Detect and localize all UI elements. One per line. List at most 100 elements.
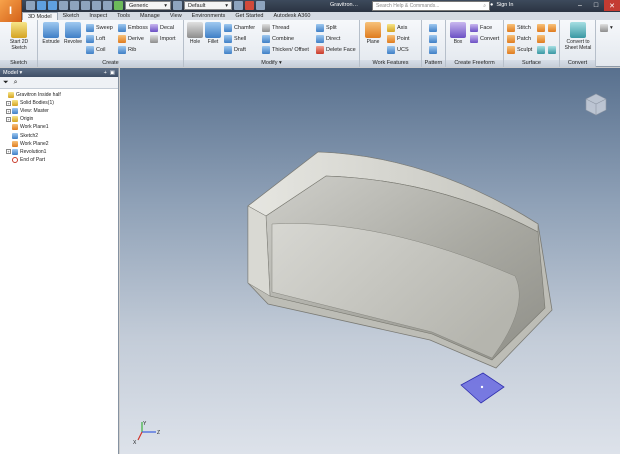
tab-autodesk-a360[interactable]: Autodesk A360 [268,12,315,20]
decal-button[interactable]: Decal [150,23,174,32]
tab-get-started[interactable]: Get Started [230,12,268,20]
maximize-button[interactable]: □ [588,0,604,11]
graphics-viewport[interactable]: Y Z X [120,68,620,454]
tab-3d-model[interactable]: 3D Model [22,12,58,20]
box-button[interactable]: Box [448,22,468,46]
update-icon[interactable] [92,1,101,10]
axis-button[interactable]: Axis [387,23,407,32]
redo-icon[interactable] [70,1,79,10]
stitch-button[interactable]: Stitch [507,23,531,32]
tree-node[interactable]: Work Plane1 [0,123,118,131]
emboss-button[interactable]: Emboss [118,23,148,32]
ucs-icon [387,45,395,54]
rib-icon [118,45,126,54]
extend-button[interactable] [537,34,547,43]
thread-button[interactable]: Thread [262,23,289,32]
select-icon[interactable] [103,1,112,10]
color-override-icon[interactable] [114,1,123,10]
chevron-down-icon[interactable]: ▾ [279,60,282,66]
minimize-button[interactable]: – [572,0,588,11]
close-button[interactable]: ✕ [604,0,620,11]
trim-button[interactable] [537,23,547,32]
tree-node[interactable]: End of Part [0,156,118,164]
ribbon-options-button[interactable]: ▾ [600,23,613,32]
rib-button[interactable]: Rib [118,45,136,54]
direct-button[interactable]: Direct [316,34,340,43]
combine-icon [262,34,270,43]
tree-node[interactable]: + Revolution1 [0,148,118,156]
import-button[interactable]: Import [150,34,176,43]
extrude-button[interactable]: Extrude [40,22,62,46]
home-icon[interactable] [81,1,90,10]
params-icon[interactable] [256,1,265,10]
open-icon[interactable] [37,1,46,10]
sculpt-icon [507,45,515,54]
convert-to-sheet-metal-button[interactable]: Convert to Sheet Metal [561,22,595,51]
split-button[interactable]: Split [316,23,337,32]
panel-title: Modify ▾ [184,60,359,67]
tree-node[interactable]: Work Plane2 [0,140,118,148]
coil-button[interactable]: Coil [86,45,105,54]
tab-environments[interactable]: Environments [187,12,231,20]
tab-tools[interactable]: Tools [112,12,135,20]
expand-icon[interactable]: + [6,100,11,106]
patch-button[interactable]: Patch [507,34,531,43]
expand-icon[interactable]: + [6,108,11,114]
new-icon[interactable] [26,1,35,10]
adjust-icon[interactable] [234,1,243,10]
save-icon[interactable] [48,1,57,10]
tab-sketch[interactable]: Sketch [58,12,85,20]
ucs-button[interactable]: UCS [387,45,409,54]
rectangular-pattern-button[interactable] [429,23,439,32]
sign-in-button[interactable]: ● Sign In [490,2,513,8]
shell-button[interactable]: Shell [224,34,246,43]
draft-button[interactable]: Draft [224,45,246,54]
loft-button[interactable]: Loft [86,34,105,43]
viewcube[interactable] [584,92,608,116]
tab-view[interactable]: View [165,12,187,20]
fillet-button[interactable]: Fillet [204,22,222,46]
hole-button[interactable]: Hole [186,22,204,46]
face-icon [470,23,478,32]
tree-node[interactable]: + View: Master [0,107,118,115]
repair-button[interactable] [548,45,558,54]
add-panel-icon[interactable]: + [104,70,107,76]
tab-inspect[interactable]: Inspect [84,12,112,20]
delete-face-button[interactable]: Delete Face [316,45,356,54]
close-icon[interactable]: ▣ [110,70,115,76]
circular-pattern-button[interactable] [429,34,439,43]
tree-node[interactable]: Gravitron Inside half [0,91,118,99]
tab-manage[interactable]: Manage [135,12,165,20]
mirror-button[interactable] [429,45,439,54]
derive-button[interactable]: Derive [118,34,144,43]
plane-button[interactable]: Plane [362,22,384,46]
combine-button[interactable]: Combine [262,34,294,43]
chamfer-button[interactable]: Chamfer [224,23,255,32]
material-dropdown[interactable]: Default ▾ [184,1,232,10]
thicken-offset-button[interactable]: Thicken/ Offset [262,45,309,54]
title-bar: I Generic ▾ Default ▾ Gravitron… Search He… [0,0,620,22]
ruled-surface-button[interactable] [548,23,558,32]
sculpt-button[interactable]: Sculpt [507,45,532,54]
face-button[interactable]: Face [470,23,492,32]
browser-title[interactable]: Model ▾ [3,70,22,76]
expand-icon[interactable]: + [6,149,11,155]
start-sketch-button[interactable]: Start 2D Sketch [3,22,35,51]
point-button[interactable]: Point [387,34,410,43]
tree-node[interactable]: Sketch2 [0,131,118,139]
app-menu-button[interactable]: I [0,0,22,22]
undo-icon[interactable] [59,1,68,10]
filter-icon[interactable]: ⏷ [3,79,9,87]
sweep-button[interactable]: Sweep [86,23,113,32]
measure-icon[interactable] [245,1,254,10]
search-input[interactable]: Search Help & Commands... ⌕ [372,1,490,11]
find-icon[interactable]: ⌕ [14,79,18,87]
tree-node-label: End of Part [20,156,46,163]
tree-node[interactable]: + Origin [0,115,118,123]
replace-face-button[interactable] [537,45,547,54]
expand-icon[interactable]: + [6,116,11,122]
convert-button[interactable]: Convert [470,34,499,43]
revolve-button[interactable]: Revolve [62,22,84,46]
tree-node[interactable]: + Solid Bodies(1) [0,99,118,107]
appearance-dropdown[interactable]: Generic ▾ [125,1,171,10]
